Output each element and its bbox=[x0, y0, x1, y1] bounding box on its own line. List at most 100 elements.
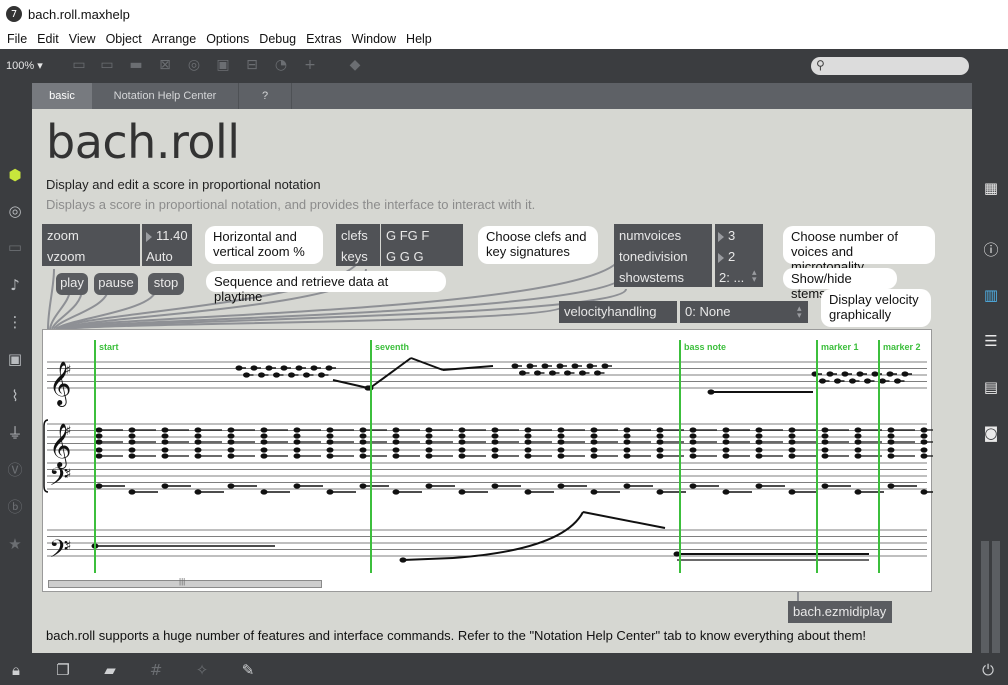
notehead bbox=[392, 433, 400, 439]
zoom-value-box[interactable]: 11.40 Auto bbox=[142, 224, 192, 266]
scrollbar-grip[interactable]: ||| bbox=[179, 577, 185, 586]
add-icon[interactable]: + bbox=[301, 57, 319, 73]
menu-window[interactable]: Window bbox=[347, 32, 401, 46]
menu-options[interactable]: Options bbox=[201, 32, 254, 46]
camera-icon[interactable]: ◙ bbox=[980, 423, 1002, 443]
menu-file[interactable]: File bbox=[2, 32, 32, 46]
button-icon[interactable]: ⊠ bbox=[156, 57, 174, 73]
object-cube-icon[interactable]: ⬢ bbox=[5, 165, 25, 185]
keys-value[interactable]: G G G bbox=[386, 249, 424, 264]
stepper-arrows-icon[interactable]: ▴ ▾ bbox=[752, 268, 757, 284]
zoom-select[interactable]: 100% ▾ bbox=[6, 59, 43, 72]
voices-value-box[interactable]: 3 2 2: ... ▴ ▾ bbox=[715, 224, 763, 287]
notehead bbox=[128, 433, 136, 439]
clefs-value-box[interactable]: G FG F G G G bbox=[381, 224, 463, 266]
number-triangle-icon bbox=[146, 231, 152, 242]
dial-icon[interactable]: ◔ bbox=[272, 57, 290, 73]
menu-bar: File Edit View Object Arrange Options De… bbox=[0, 28, 1008, 49]
keyboard-icon[interactable]: ▭ bbox=[5, 237, 25, 257]
paperclip-icon[interactable]: ⌇ bbox=[5, 386, 25, 406]
stepper-arrows-icon[interactable]: ▴ ▾ bbox=[797, 304, 802, 320]
grid-snap-icon[interactable]: # bbox=[146, 661, 166, 679]
ezmidiplay-object[interactable]: bach.ezmidiplay bbox=[788, 601, 892, 623]
image-icon[interactable]: ▣ bbox=[5, 349, 25, 369]
play-button[interactable]: play bbox=[56, 273, 88, 295]
menu-object[interactable]: Object bbox=[101, 32, 147, 46]
tonedivision-number[interactable]: 2 bbox=[728, 249, 735, 264]
new-object-icon[interactable]: ✧ bbox=[192, 661, 212, 679]
glissando-line bbox=[452, 511, 584, 559]
marker-label[interactable]: marker 2 bbox=[883, 342, 921, 352]
notehead bbox=[557, 447, 565, 453]
info-icon[interactable]: ⓘ bbox=[980, 240, 1002, 260]
zoom-label: zoom bbox=[47, 228, 79, 243]
key-signature-sharp: ♯ bbox=[65, 424, 71, 439]
marker-label[interactable]: bass note bbox=[684, 342, 726, 352]
stop-button[interactable]: stop bbox=[148, 273, 184, 295]
marker-label[interactable]: marker 1 bbox=[821, 342, 859, 352]
presentation-icon[interactable]: ▭ bbox=[70, 57, 88, 73]
paint-bucket-icon[interactable]: ◆ bbox=[346, 57, 364, 73]
notehead bbox=[95, 447, 103, 453]
notehead bbox=[326, 433, 334, 439]
menu-help[interactable]: Help bbox=[401, 32, 437, 46]
b-circle-icon[interactable]: ⓑ bbox=[5, 497, 25, 517]
right-sidebar: ▦ ⓘ ▥ ☰ ▤ ◙ bbox=[973, 83, 1008, 653]
menu-extras[interactable]: Extras bbox=[301, 32, 346, 46]
number-triangle-icon bbox=[718, 231, 724, 242]
target-icon[interactable]: ◎ bbox=[5, 201, 25, 221]
keys-label: keys bbox=[341, 249, 368, 264]
key-signature-sharp: ♯ bbox=[65, 467, 71, 482]
plug-icon[interactable]: ⏚ bbox=[5, 423, 25, 443]
velocity-menu[interactable]: 0: None bbox=[685, 304, 731, 319]
showstems-menu[interactable]: 2: ... bbox=[719, 270, 744, 285]
marker-label[interactable]: seventh bbox=[375, 342, 409, 352]
notehead bbox=[128, 447, 136, 453]
footer-comment: bach.roll supports a huge number of feat… bbox=[46, 628, 867, 643]
power-icon[interactable]: ⏻ bbox=[978, 661, 998, 679]
list-icon[interactable]: ☰ bbox=[980, 331, 1002, 351]
notehead bbox=[788, 447, 796, 453]
notehead bbox=[227, 447, 235, 453]
menu-arrange[interactable]: Arrange bbox=[147, 32, 201, 46]
marker-label[interactable]: start bbox=[99, 342, 119, 352]
vzoom-menu[interactable]: Auto bbox=[146, 249, 173, 264]
sequence-icon[interactable]: ⋮ bbox=[5, 312, 25, 332]
score-scrollbar[interactable]: ||| bbox=[48, 577, 322, 588]
notehead bbox=[260, 447, 268, 453]
score-canvas[interactable]: 𝄞 ♯ 𝄞 ♯ 𝄢 ♯ 𝄢 ♯ start seventh bass note mar… bbox=[43, 330, 933, 593]
notehead bbox=[722, 447, 730, 453]
slider-icon[interactable]: ▣ bbox=[214, 57, 232, 73]
presentation-mode-icon[interactable]: ▰ bbox=[100, 661, 120, 679]
bach-roll-score[interactable]: 𝄞 ♯ 𝄞 ♯ 𝄢 ♯ 𝄢 ♯ start seventh bass note mar… bbox=[42, 329, 933, 593]
clefs: 𝄞 ♯ 𝄞 ♯ 𝄢 ♯ 𝄢 ♯ bbox=[43, 361, 71, 570]
clefs-value[interactable]: G FG F bbox=[386, 228, 429, 243]
notehead bbox=[359, 447, 367, 453]
lock-icon[interactable]: 🔒︎ bbox=[6, 661, 26, 679]
velocity-value-box[interactable]: 0: None ▴ ▾ bbox=[680, 301, 808, 323]
numvoices-number[interactable]: 3 bbox=[728, 228, 735, 243]
grid-icon[interactable]: ▦ bbox=[980, 178, 1002, 198]
windows-icon[interactable]: ❐ bbox=[53, 661, 73, 679]
zoom-number[interactable]: 11.40 bbox=[156, 228, 188, 243]
velocity-comment: Display velocity graphically bbox=[821, 289, 931, 327]
wrench-icon[interactable]: ✎ bbox=[238, 661, 258, 679]
reference-book-icon[interactable]: ▥ bbox=[980, 285, 1002, 305]
v-circle-icon[interactable]: Ⓥ bbox=[5, 460, 25, 480]
message-icon[interactable]: ▭ bbox=[98, 57, 116, 73]
menu-debug[interactable]: Debug bbox=[254, 32, 301, 46]
notehead bbox=[359, 433, 367, 439]
notehead bbox=[722, 433, 730, 439]
toggle-icon[interactable]: ◎ bbox=[185, 57, 203, 73]
menu-view[interactable]: View bbox=[64, 32, 101, 46]
velocity-attr-box: velocityhandling bbox=[559, 301, 677, 323]
menu-edit[interactable]: Edit bbox=[32, 32, 64, 46]
pause-button[interactable]: pause bbox=[94, 273, 138, 295]
velocityhandling-label: velocityhandling bbox=[564, 304, 657, 319]
search-input[interactable] bbox=[811, 57, 969, 75]
music-note-icon[interactable]: ♪ bbox=[5, 275, 25, 295]
star-icon[interactable]: ★ bbox=[5, 534, 25, 554]
book-icon[interactable]: ▤ bbox=[980, 377, 1002, 397]
comment-icon[interactable]: ▬ bbox=[127, 57, 145, 73]
number-icon[interactable]: ⊟ bbox=[243, 57, 261, 73]
